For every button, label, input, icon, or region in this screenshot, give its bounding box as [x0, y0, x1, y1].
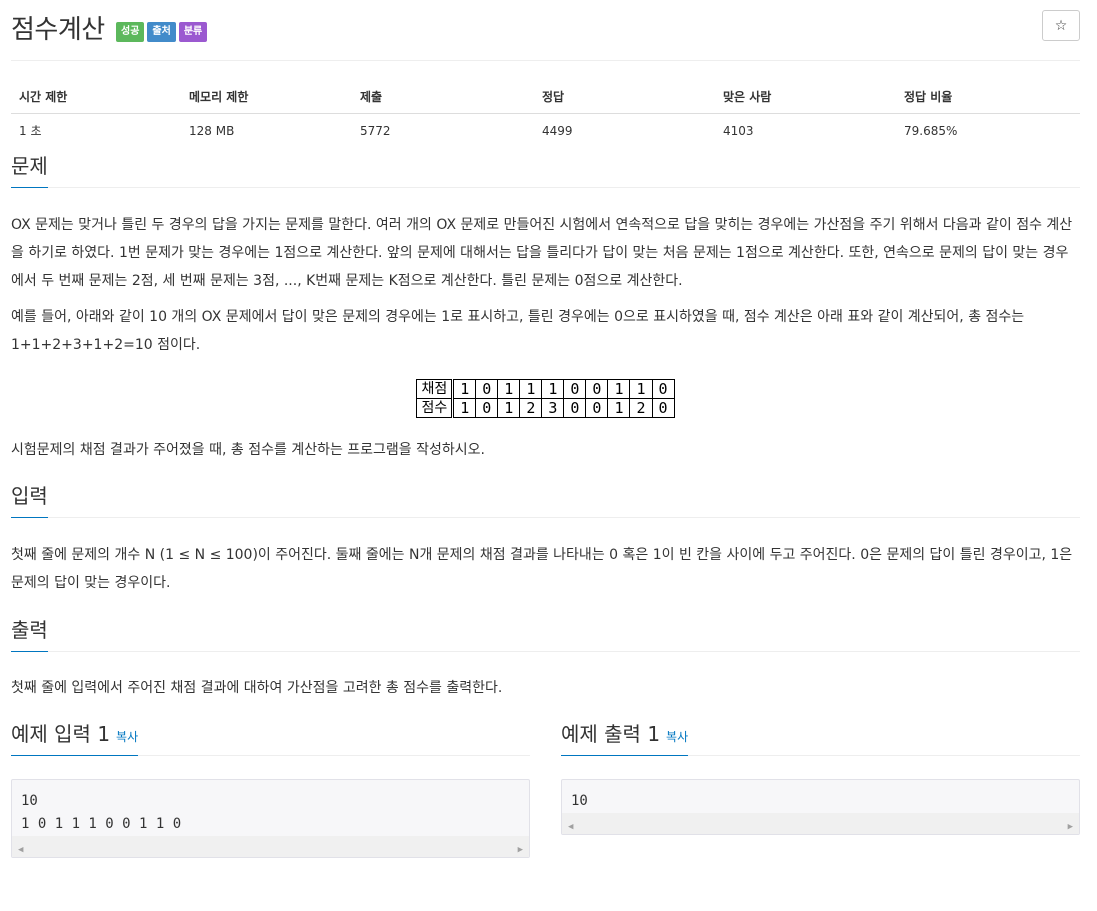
sample-input-title-text: 예제 입력 1 [11, 722, 111, 746]
grading-row-label: 채점 [416, 379, 455, 399]
sample-output-scrollbar[interactable]: ◀ ▶ [562, 813, 1079, 834]
badge-category[interactable]: 분류 [178, 22, 208, 42]
score-cell: 0 [475, 398, 499, 418]
stats-submissions: 5772 [360, 123, 391, 138]
grading-cell: 0 [563, 379, 587, 399]
score-example-table-wrap: 채점 1 0 1 1 1 0 0 1 1 0 점수 1 0 1 2 3 0 0 … [11, 379, 1080, 418]
badge-source[interactable]: 출처 [147, 22, 176, 42]
stats-header-row: 시간 제한 메모리 제한 제출 정답 맞은 사람 정답 비율 [11, 80, 1080, 114]
sample-input-title: 예제 입력 1 복사 [11, 718, 139, 756]
sample-input-box[interactable]: 10 1 0 1 1 1 0 0 1 1 0 ◀ ▶ [11, 779, 530, 858]
score-cell: 2 [519, 398, 543, 418]
score-row: 점수 1 0 1 2 3 0 0 1 2 0 [416, 398, 675, 418]
grading-cell: 0 [585, 379, 609, 399]
copy-sample-input-button[interactable]: 복사 [116, 730, 138, 744]
score-cell: 0 [651, 398, 675, 418]
star-icon: ☆ [1054, 17, 1068, 34]
score-example-table: 채점 1 0 1 1 1 0 0 1 1 0 점수 1 0 1 2 3 0 0 … [416, 379, 675, 418]
grading-cell: 1 [519, 379, 543, 399]
problem-page: 점수계산 성공 출처 분류 ☆ 시간 제한 메모리 제한 제출 정답 맞은 사람… [0, 0, 1097, 911]
sample-input-scrollbar[interactable]: ◀ ▶ [12, 836, 529, 857]
grading-row: 채점 1 0 1 1 1 0 0 1 1 0 [416, 379, 675, 399]
badge-group: 성공 출처 분류 [116, 22, 208, 42]
sample-input-column: 예제 입력 1 복사 10 1 0 1 1 1 0 0 1 1 0 ◀ ▶ [11, 709, 530, 858]
description-body: OX 문제는 맞거나 틀린 두 경우의 답을 가지는 문제를 말한다. 여러 개… [11, 211, 1080, 464]
sample-output-text: 10 [571, 793, 588, 809]
score-row-label: 점수 [416, 398, 455, 418]
score-cell: 3 [541, 398, 565, 418]
grading-cell: 0 [651, 379, 675, 399]
stats-header-submissions: 제출 [352, 80, 534, 114]
sample-input-text: 10 1 0 1 1 1 0 0 1 1 0 [21, 793, 182, 832]
grading-cell: 1 [541, 379, 565, 399]
score-cell: 1 [497, 398, 521, 418]
score-cell: 0 [585, 398, 609, 418]
problem-stats-table: 시간 제한 메모리 제한 제출 정답 맞은 사람 정답 비율 1 초 128 M… [11, 80, 1080, 147]
output-body: 첫째 줄에 입력에서 주어진 채점 결과에 대하여 가산점을 고려한 총 점수를… [11, 674, 1080, 702]
stats-solved-users: 4103 [723, 123, 754, 138]
description-paragraph-3: 시험문제의 채점 결과가 주어졌을 때, 총 점수를 계산하는 프로그램을 작성… [11, 442, 485, 458]
stats-header-solved-users: 맞은 사람 [715, 80, 896, 114]
sample-output-column: 예제 출력 1 복사 10 ◀ ▶ [561, 709, 1080, 858]
output-title: 출력 [11, 614, 48, 652]
scroll-right-icon[interactable]: ▶ [518, 839, 523, 862]
stats-value-row: 1 초 128 MB 5772 4499 4103 79.685% [11, 114, 1080, 148]
scroll-left-icon[interactable]: ◀ [568, 816, 573, 839]
score-cell: 1 [452, 398, 477, 418]
stats-ratio: 79.685% [904, 123, 958, 138]
stats-accepted: 4499 [542, 123, 573, 138]
description-title: 문제 [11, 150, 48, 188]
score-cell: 0 [563, 398, 587, 418]
scroll-left-icon[interactable]: ◀ [18, 839, 23, 862]
grading-cell: 1 [629, 379, 653, 399]
copy-sample-output-button[interactable]: 복사 [666, 730, 688, 744]
grading-cell: 0 [475, 379, 499, 399]
grading-cell: 1 [497, 379, 521, 399]
stats-header-time-limit: 시간 제한 [11, 80, 181, 114]
score-cell: 2 [629, 398, 653, 418]
input-section-header: 입력 [11, 471, 1080, 518]
samples-row: 예제 입력 1 복사 10 1 0 1 1 1 0 0 1 1 0 ◀ ▶ 예제 출… [11, 709, 1080, 858]
score-cell: 1 [607, 398, 631, 418]
grading-cell: 1 [452, 379, 477, 399]
output-section-header: 출력 [11, 605, 1080, 652]
scroll-right-icon[interactable]: ▶ [1068, 816, 1073, 839]
badge-success[interactable]: 성공 [116, 22, 145, 42]
input-description: 첫째 줄에 문제의 개수 N (1 ≤ N ≤ 100)이 주어진다. 둘째 줄… [11, 547, 1073, 591]
description-paragraph-2: 예를 들어, 아래와 같이 10 개의 OX 문제에서 답이 맞은 문제의 경우… [11, 309, 1025, 353]
page-title: 점수계산 [11, 15, 105, 45]
sample-output-title-text: 예제 출력 1 [561, 722, 661, 746]
stats-header-accepted: 정답 [534, 80, 715, 114]
sample-output-box[interactable]: 10 ◀ ▶ [561, 779, 1080, 835]
stats-header-memory-limit: 메모리 제한 [181, 80, 352, 114]
description-section-header: 문제 [11, 147, 1080, 188]
sample-input-header: 예제 입력 1 복사 [11, 709, 530, 756]
stats-header-ratio: 정답 비율 [896, 80, 1080, 114]
sample-output-header: 예제 출력 1 복사 [561, 709, 1080, 756]
problem-header: 점수계산 성공 출처 분류 ☆ [11, 0, 1080, 61]
grading-cell: 1 [607, 379, 631, 399]
stats-memory-limit: 128 MB [189, 123, 235, 138]
stats-time-limit: 1 초 [19, 124, 42, 138]
input-title: 입력 [11, 480, 48, 518]
input-body: 첫째 줄에 문제의 개수 N (1 ≤ N ≤ 100)이 주어진다. 둘째 줄… [11, 541, 1080, 597]
output-description: 첫째 줄에 입력에서 주어진 채점 결과에 대하여 가산점을 고려한 총 점수를… [11, 680, 503, 696]
favorite-button[interactable]: ☆ [1042, 10, 1080, 41]
description-paragraph-1: OX 문제는 맞거나 틀린 두 경우의 답을 가지는 문제를 말한다. 여러 개… [11, 217, 1073, 289]
sample-output-title: 예제 출력 1 복사 [561, 718, 689, 756]
